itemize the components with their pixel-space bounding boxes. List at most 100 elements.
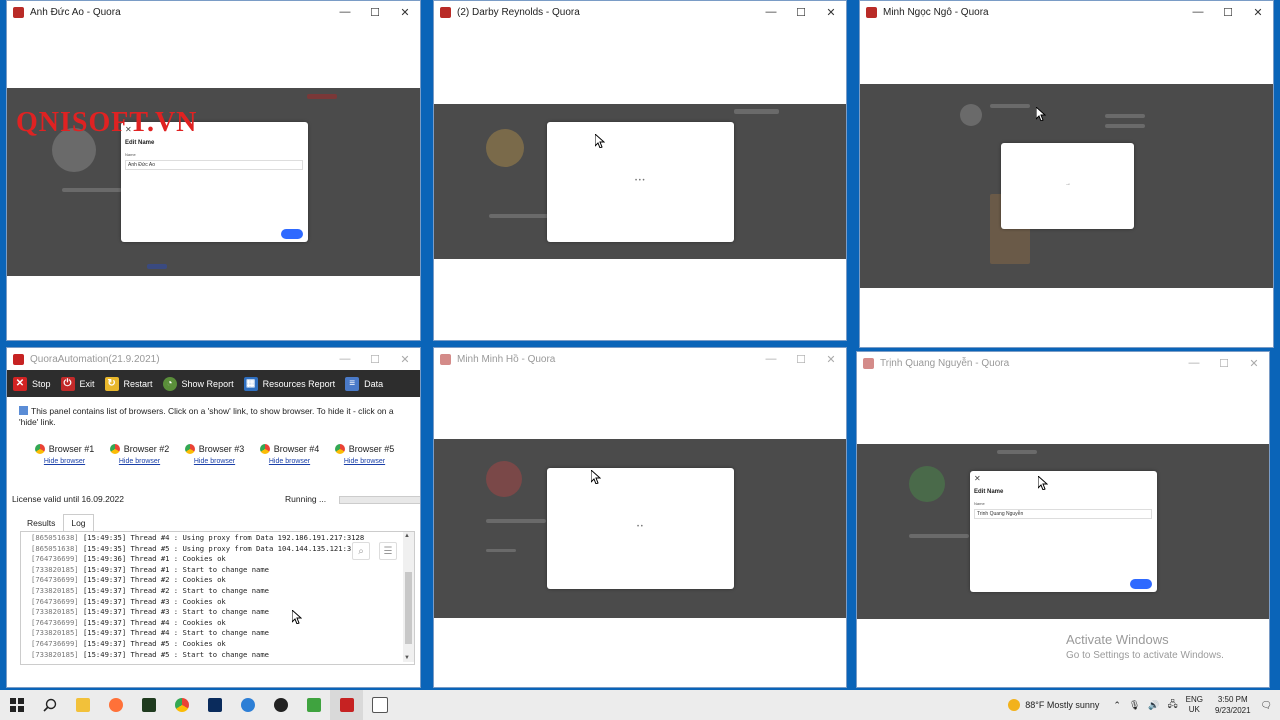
loading-spinner: • • •: [635, 178, 645, 184]
dialog-close-icon[interactable]: ✕: [974, 474, 981, 483]
maximize-icon[interactable]: ☐: [786, 1, 816, 23]
quora-icon: [866, 6, 877, 18]
database-icon: ≡: [345, 376, 360, 391]
close-icon[interactable]: ✕: [1243, 1, 1273, 23]
maximize-icon[interactable]: ☐: [360, 1, 390, 23]
show-report-button[interactable]: ◔ Show Report: [162, 376, 234, 391]
search-icon[interactable]: [33, 690, 66, 720]
excel-icon[interactable]: [297, 690, 330, 720]
minimize-icon[interactable]: —: [1179, 352, 1209, 374]
file-explorer-icon[interactable]: [66, 690, 99, 720]
window-title: QuoraAutomation(21.9.2021): [30, 353, 160, 365]
log-menu-icon[interactable]: ☰: [379, 542, 397, 560]
log-scrollbar[interactable]: ▲ ▼: [403, 532, 414, 662]
show-hidden-icons[interactable]: ⌃: [1113, 700, 1121, 711]
browser-window-3[interactable]: Minh Ngọc Ngô - Quora — ☐ ✕ →: [859, 0, 1274, 348]
windows-start-icon[interactable]: [0, 690, 33, 720]
close-icon[interactable]: ✕: [1239, 352, 1269, 374]
browser-window-4[interactable]: Minh Minh Hồ - Quora — ☐ ✕ • •: [433, 347, 847, 688]
restart-button[interactable]: ↻ Restart: [104, 376, 153, 391]
volume-icon[interactable]: 🔊: [1148, 700, 1159, 711]
scroll-thumb[interactable]: [405, 572, 412, 644]
name-input[interactable]: Trinh Quang Nguyễn: [974, 509, 1152, 519]
chrome-icon: [334, 444, 345, 454]
license-status: License valid until 16.09.2022: [12, 494, 124, 504]
chrome-icon: [259, 444, 270, 454]
window-titlebar[interactable]: QuoraAutomation(21.9.2021) — ☐ ✕: [7, 348, 420, 370]
maximize-icon[interactable]: ☐: [786, 348, 816, 370]
edit-name-dialog: ✕ Edit Name Name Trinh Quang Nguyễn: [970, 471, 1157, 592]
app-window-icon[interactable]: [363, 690, 396, 720]
window-title: Anh Đức Ao - Quora: [30, 6, 121, 18]
done-button[interactable]: [1130, 579, 1152, 589]
app-icon[interactable]: [132, 690, 165, 720]
minimize-icon[interactable]: —: [756, 1, 786, 23]
firefox-icon[interactable]: [99, 690, 132, 720]
steam-icon[interactable]: [264, 690, 297, 720]
stop-button[interactable]: ✕ Stop: [13, 376, 51, 391]
browser-window-1[interactable]: Anh Đức Ao - Quora — ☐ ✕ ✕ Edit Name Name …: [6, 0, 421, 341]
data-button[interactable]: ≡ Data: [345, 376, 383, 391]
dialog-title: Edit Name: [125, 140, 155, 146]
log-line: [733820185] [15:49:37] Thread #2 : Start…: [31, 585, 270, 595]
maximize-icon[interactable]: ☐: [360, 348, 390, 370]
edge-icon[interactable]: [231, 690, 264, 720]
quora-automation-icon[interactable]: [330, 690, 363, 720]
name-input[interactable]: Anh Đức Ao: [125, 160, 303, 170]
hide-browser-link[interactable]: Hide browser: [252, 458, 327, 465]
photoshop-icon[interactable]: [198, 690, 231, 720]
weather-text[interactable]: 88°F Mostly sunny: [1025, 700, 1099, 710]
scroll-down-icon[interactable]: ▼: [404, 655, 410, 661]
minimize-icon[interactable]: —: [330, 348, 360, 370]
window-title: Trịnh Quang Nguyễn - Quora: [880, 357, 1010, 369]
tab-log[interactable]: Log: [63, 514, 94, 532]
window-titlebar[interactable]: (2) Darby Reynolds - Quora — ☐ ✕: [434, 1, 846, 23]
log-line: [764736699] [15:49:37] Thread #5 : Cooki…: [31, 638, 226, 648]
minimize-icon[interactable]: —: [330, 1, 360, 23]
done-button[interactable]: [281, 229, 303, 239]
maximize-icon[interactable]: ☐: [1213, 1, 1243, 23]
language-indicator[interactable]: ENG UK: [1186, 695, 1203, 715]
loading-spinner: →: [1065, 181, 1071, 187]
network-icon[interactable]: 🖧: [1168, 697, 1178, 713]
window-titlebar[interactable]: Anh Đức Ao - Quora — ☐ ✕: [7, 1, 420, 23]
minimize-icon[interactable]: —: [756, 348, 786, 370]
exit-icon: ⏻: [60, 376, 75, 391]
browser-item: Browser #4 Hide browser: [252, 444, 327, 465]
edit-name-dialog: ✕ Edit Name Name Anh Đức Ao: [121, 122, 308, 242]
hide-browser-link[interactable]: Hide browser: [102, 458, 177, 465]
log-panel[interactable]: [865051638] [15:49:35] Thread #4 : Using…: [20, 531, 415, 665]
scroll-up-icon[interactable]: ▲: [404, 533, 410, 539]
info-text: This panel contains list of browsers. Cl…: [19, 406, 394, 427]
browser-window-2[interactable]: (2) Darby Reynolds - Quora — ☐ ✕ • • •: [433, 0, 847, 341]
resources-report-button[interactable]: ▦ Resources Report: [243, 376, 335, 391]
maximize-icon[interactable]: ☐: [1209, 352, 1239, 374]
notification-icon[interactable]: 🗨: [1261, 700, 1272, 711]
chrome-icon: [109, 444, 120, 454]
minimize-icon[interactable]: —: [1183, 1, 1213, 23]
log-line: [733820185] [15:49:37] Thread #3 : Start…: [31, 607, 270, 617]
hide-browser-link[interactable]: Hide browser: [27, 458, 102, 465]
window-titlebar[interactable]: Trịnh Quang Nguyễn - Quora — ☐ ✕: [857, 352, 1269, 374]
hide-browser-link[interactable]: Hide browser: [327, 458, 402, 465]
window-titlebar[interactable]: Minh Minh Hồ - Quora — ☐ ✕: [434, 348, 846, 370]
close-icon[interactable]: ✕: [816, 1, 846, 23]
close-icon[interactable]: ✕: [390, 1, 420, 23]
tab-results[interactable]: Results: [19, 514, 63, 532]
chrome-icon[interactable]: [165, 690, 198, 720]
hide-browser-link[interactable]: Hide browser: [177, 458, 252, 465]
microphone-icon[interactable]: 🎙: [1129, 700, 1140, 711]
quora-automation-window[interactable]: QuoraAutomation(21.9.2021) — ☐ ✕ ✕ Stop ⏻ Ex…: [6, 347, 421, 688]
close-icon[interactable]: ✕: [816, 348, 846, 370]
window-titlebar[interactable]: Minh Ngọc Ngô - Quora — ☐ ✕: [860, 1, 1273, 23]
window-title: (2) Darby Reynolds - Quora: [457, 6, 580, 18]
browser-item: Browser #1 Hide browser: [27, 444, 102, 465]
log-search-icon[interactable]: ⌕: [352, 542, 370, 560]
log-line: [733820185] [15:49:37] Thread #1 : Start…: [31, 564, 270, 574]
exit-button[interactable]: ⏻ Exit: [60, 376, 95, 391]
log-line: [764736699] [15:49:37] Thread #2 : Cooki…: [31, 575, 226, 585]
close-icon[interactable]: ✕: [390, 348, 420, 370]
activate-subtitle: Go to Settings to activate Windows.: [1066, 650, 1224, 661]
window-title: Minh Minh Hồ - Quora: [457, 353, 556, 365]
clock[interactable]: 3:50 PM 9/23/2021: [1215, 694, 1251, 716]
